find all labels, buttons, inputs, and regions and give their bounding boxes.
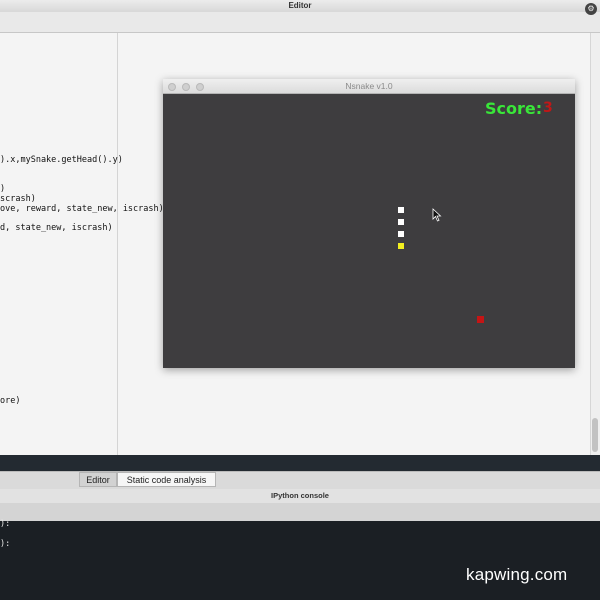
tab-editor[interactable]: Editor [79,472,117,487]
score-value: 3 [543,100,553,116]
editor-scrollbar[interactable] [590,33,600,455]
snake-body-segment [398,219,404,225]
ipython-console[interactable] [0,521,600,600]
code-line[interactable]: ove, reward, state_new, iscrash) [0,204,164,214]
snake-head [398,243,404,249]
code-line[interactable]: scrash) [0,194,36,204]
mouse-pointer-icon [432,208,442,222]
code-line[interactable]: ).x,mySnake.getHead().y) [0,155,123,165]
close-window-button[interactable] [168,83,176,91]
food-pellet [477,316,484,323]
editor-bottom-strip [0,455,600,471]
editor-toolbar [0,12,600,33]
options-gear-icon[interactable]: ⚙ [585,3,597,15]
snake-body-segment [398,231,404,237]
minimize-window-button[interactable] [182,83,190,91]
code-line[interactable]: d, state_new, iscrash) [0,223,113,233]
code-line[interactable]: ore) [0,396,20,406]
editor-margin-divider [117,33,118,455]
snake-body-segment [398,207,404,213]
code-line[interactable]: ) [0,184,5,194]
console-line: ): [0,519,11,529]
game-window-title[interactable]: Nsnake v1.0 [163,79,575,94]
zoom-window-button[interactable] [196,83,204,91]
tab-static-code-analysis[interactable]: Static code analysis [117,472,216,487]
game-canvas[interactable] [163,94,575,368]
console-line: ): [0,539,11,549]
console-toolbar [0,503,600,522]
score-label: Score: [485,99,543,118]
console-pane-title: IPython console [0,489,600,504]
editor-scrollbar-thumb[interactable] [592,418,598,452]
watermark-text: kapwing.com [466,565,568,584]
